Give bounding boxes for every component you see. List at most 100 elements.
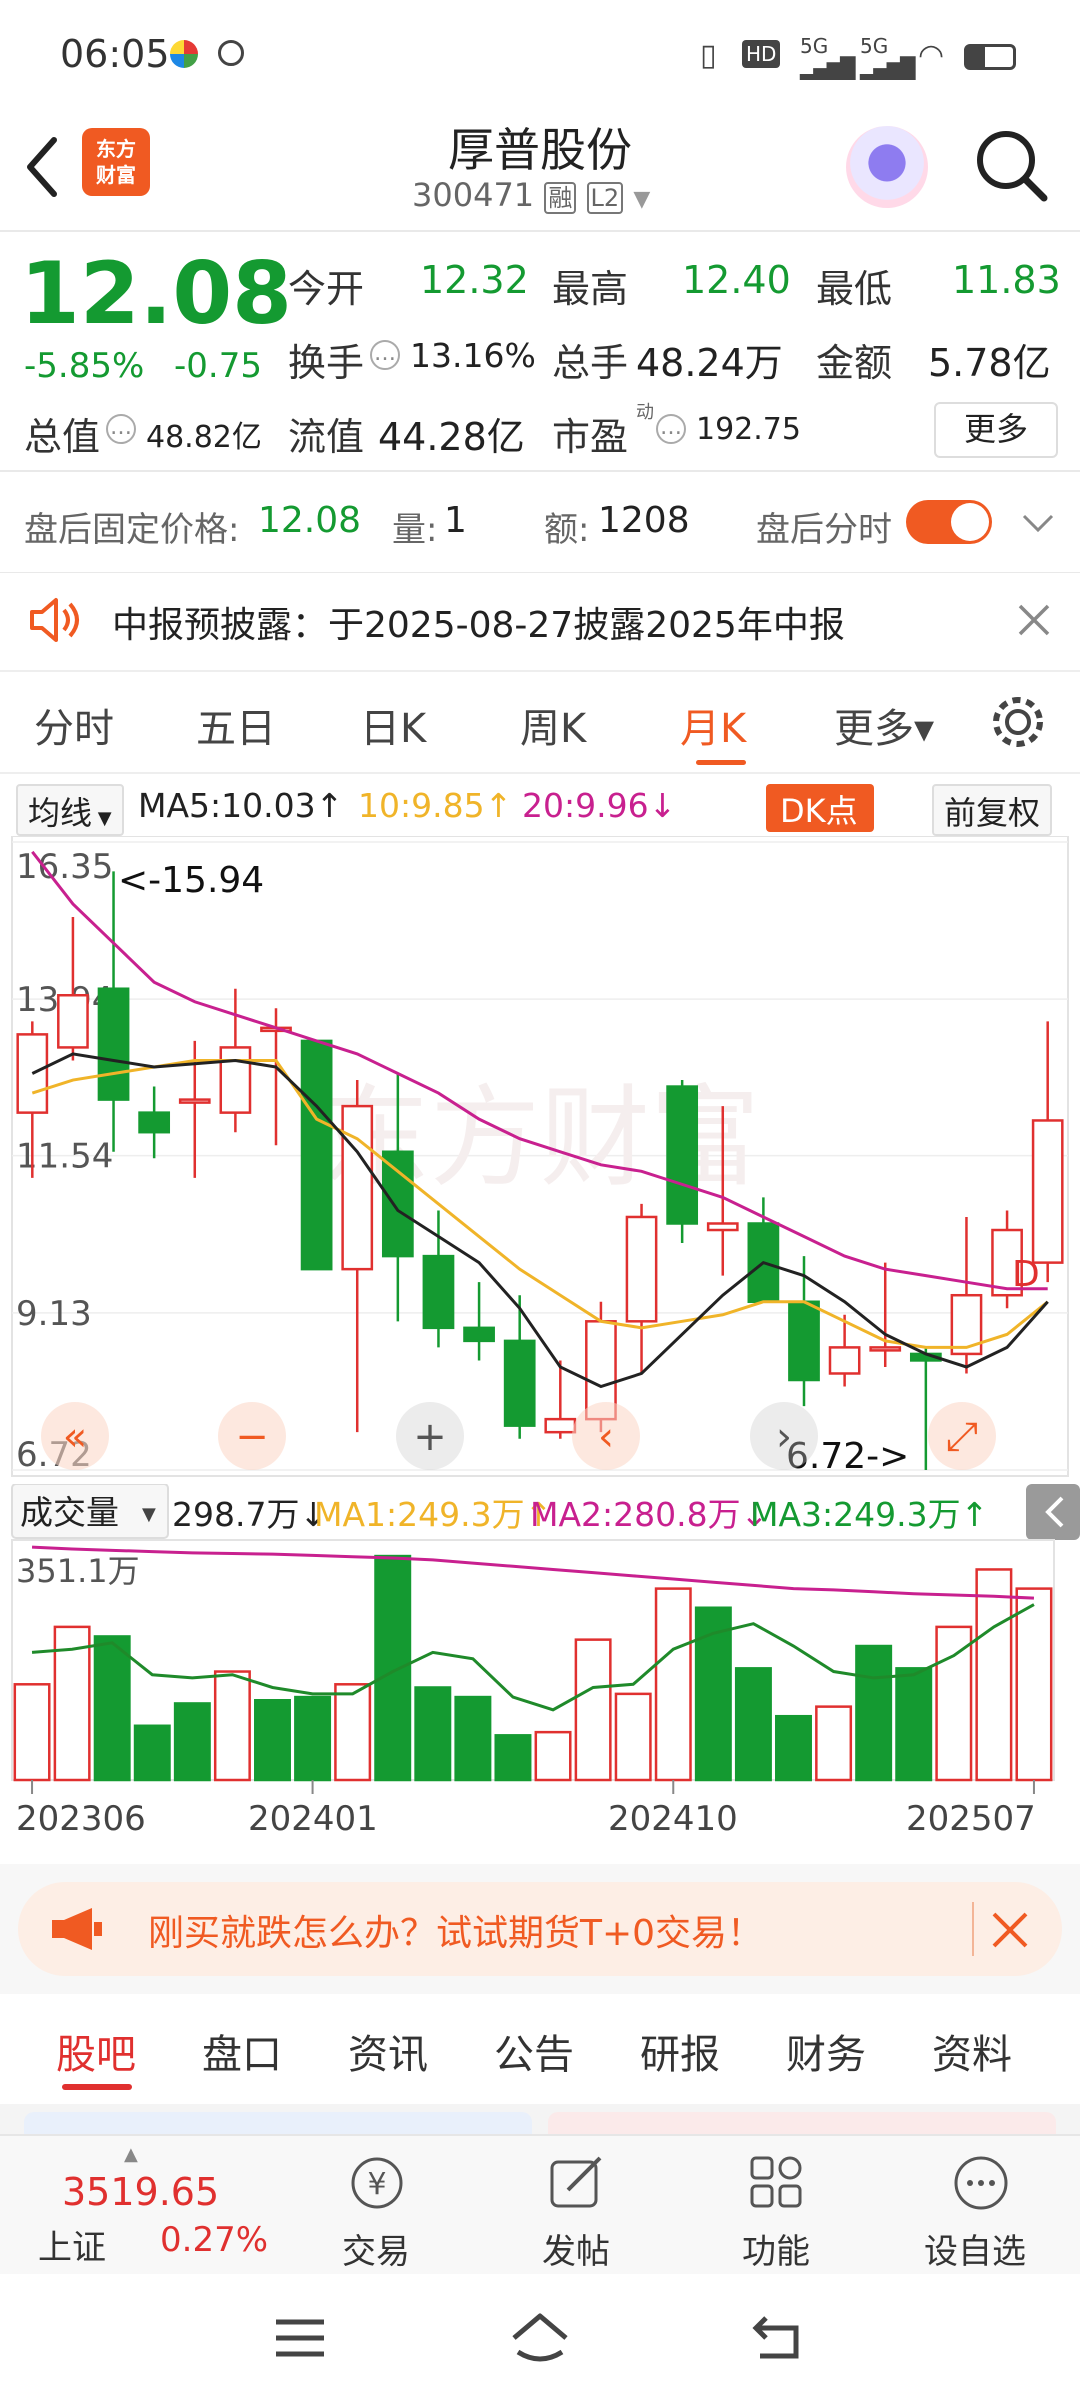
adjust-mode-button[interactable]: 前复权 [932, 784, 1053, 836]
volume-bar [975, 1568, 1013, 1782]
volume-bar [775, 1714, 812, 1782]
volume-bar [454, 1695, 492, 1782]
candle-body [666, 1085, 699, 1225]
pe-label: 市盈 [552, 415, 629, 459]
kline-chart[interactable]: 16.3513.9411.549.136.72东方财富<-15.946.72->… [0, 836, 1080, 1484]
home-icon[interactable] [508, 2310, 572, 2366]
volume-bar [815, 1705, 853, 1782]
volume-bar [494, 1734, 532, 1782]
index-value[interactable]: 3519.65 [62, 2170, 219, 2214]
max-price-annotation: <-15.94 [118, 860, 264, 901]
candle-body [544, 1417, 577, 1434]
tab-order-book[interactable]: 盘口 [202, 2022, 282, 2080]
gear-icon[interactable] [988, 692, 1048, 752]
volume-bar [133, 1724, 171, 1782]
notification-icon [218, 40, 244, 66]
card-peek-left [24, 2112, 532, 2134]
notice-bar[interactable]: 中报预披露：于2025-08-27披露2025年中报 [0, 574, 1080, 670]
scroll-right-icon-glyph: › [776, 1414, 792, 1460]
after-hours-row: 盘后固定价格: 12.08 量: 1 额: 1208 盘后分时 [0, 472, 1080, 572]
pe-value: 192.75 [696, 412, 801, 447]
volume-bar [294, 1695, 332, 1782]
expand-up-icon[interactable]: ▲ [124, 2144, 138, 2165]
level2-badge: L2 [586, 182, 624, 214]
add-watchlist-button[interactable]: 设自选 [912, 2136, 1052, 2276]
after-hours-price-label: 盘后固定价格: [24, 510, 240, 550]
edit-icon [550, 2156, 602, 2208]
info-icon[interactable]: … [370, 340, 400, 370]
candle-body [463, 1326, 495, 1343]
tab-announcements[interactable]: 公告 [494, 2022, 574, 2080]
volume-ma2: MA2:280.8万↓ [530, 1495, 768, 1534]
candle-body [219, 1046, 252, 1114]
tab-research[interactable]: 研报 [640, 2022, 720, 2080]
chevron-down-icon[interactable] [1020, 512, 1056, 536]
tab-timeshare[interactable]: 分时 [34, 696, 114, 754]
low-label: 最低 [816, 267, 893, 311]
index-name: 上证 [38, 2228, 106, 2268]
trade-label: 交易 [342, 2232, 410, 2272]
after-hours-timeshare-label: 盘后分时 [756, 510, 892, 550]
collapse-panel-tab[interactable] [1026, 1484, 1080, 1540]
volume-bar [654, 1587, 692, 1782]
post-button[interactable]: 发帖 [522, 2136, 632, 2276]
volume-label: 总手 [552, 341, 629, 385]
more-button[interactable]: 更多 [934, 402, 1058, 458]
assistant-robot-avatar[interactable] [846, 126, 928, 208]
features-button[interactable]: 功能 [722, 2136, 832, 2276]
candle-body [788, 1300, 820, 1382]
notice-text: 中报预披露：于2025-08-27披露2025年中报 [112, 605, 845, 646]
volume-ma1: MA1:249.3万↑ [314, 1495, 552, 1534]
battery-icon [964, 44, 1016, 70]
zoom-in-icon-glyph: + [413, 1414, 447, 1460]
info-icon[interactable]: … [656, 414, 686, 444]
tab-finance[interactable]: 财务 [786, 2022, 866, 2080]
close-icon[interactable] [990, 1910, 1030, 1950]
add-watchlist-label: 设自选 [924, 2232, 1026, 2272]
back-nav-icon[interactable] [752, 2310, 812, 2366]
volume-bar [1015, 1587, 1053, 1782]
after-hours-toggle[interactable] [906, 500, 992, 544]
card-peek-right [548, 2112, 1056, 2134]
dk-point-button[interactable]: DK点 [766, 784, 874, 832]
tab-news[interactable]: 资讯 [348, 2022, 428, 2080]
menu-icon[interactable] [272, 2316, 328, 2360]
volume-ma2-line [31, 1545, 1035, 1600]
tab-daily-k[interactable]: 日K [360, 696, 426, 754]
after-hours-amount-label: 额: [544, 510, 590, 550]
search-icon[interactable] [972, 126, 1052, 206]
ma20-value: 20:9.96↓ [522, 786, 677, 825]
info-icon[interactable]: … [106, 414, 136, 444]
back-arrow-icon[interactable] [22, 132, 62, 202]
tab-more[interactable]: 更多▾ [834, 696, 934, 754]
trade-button[interactable]: ¥ 交易 [322, 2136, 432, 2276]
ma-type-label: 均线 [28, 794, 93, 832]
promo-banner[interactable]: 刚买就跌怎么办？试试期货T+0交易！ [18, 1882, 1062, 1976]
volume-bar [374, 1554, 412, 1782]
promo-text: 刚买就跌怎么办？试试期货T+0交易！ [148, 1913, 764, 1954]
volume-bar [895, 1667, 933, 1782]
chevron-down-icon[interactable]: ▼ [633, 187, 650, 212]
tab-weekly-k[interactable]: 周K [520, 696, 586, 754]
stock-code: 300471 [412, 176, 535, 214]
open-value: 12.32 [420, 258, 529, 302]
ma-type-selector[interactable]: 均线 ▼ [16, 784, 124, 836]
tab-monthly-k[interactable]: 月K [680, 696, 746, 754]
tab-profile[interactable]: 资料 [932, 2022, 1012, 2080]
volume-bar [614, 1692, 652, 1782]
volume-chart[interactable]: 成交量 ▼ 298.7万↓MA1:249.3万↑MA2:280.8万↓MA3:249… [0, 1484, 1080, 1864]
amount-value: 5.78亿 [928, 341, 1051, 385]
header: 东方 财富 厚普股份 300471 融 L2 ▼ [0, 110, 1080, 230]
tab-forum[interactable]: 股吧 [56, 2022, 136, 2080]
page-title: 厚普股份 [448, 123, 632, 177]
y-tick-label: 9.13 [16, 1294, 92, 1334]
tab-five-day[interactable]: 五日 [196, 696, 276, 754]
volume-value: 48.24万 [636, 341, 783, 385]
volume-bar [574, 1638, 612, 1782]
x-tick-label: 202410 [608, 1799, 738, 1839]
close-icon[interactable] [1016, 602, 1052, 638]
candle-body [828, 1346, 861, 1375]
x-tick-label: 202401 [248, 1799, 378, 1839]
volume-bar [414, 1686, 452, 1782]
volume-bar [173, 1702, 211, 1782]
